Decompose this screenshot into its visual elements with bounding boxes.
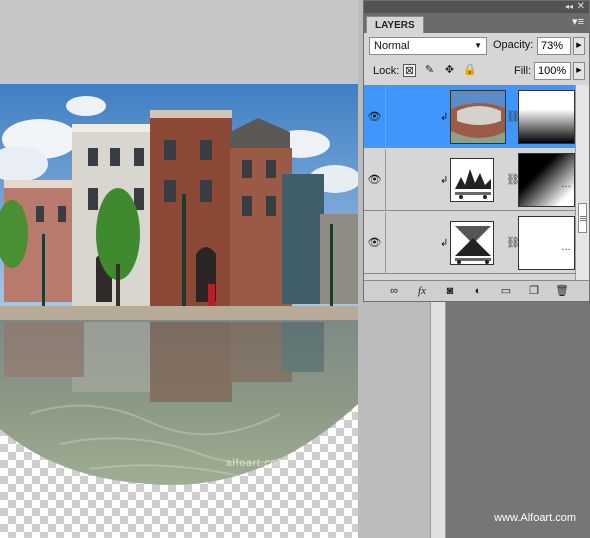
layer-mask-gradient[interactable] [518, 90, 575, 144]
new-layer-icon[interactable]: ❐ [526, 284, 542, 298]
clipping-arrow-icon: ↲ [440, 112, 449, 123]
lock-position-move-icon[interactable]: ✥ [443, 64, 456, 77]
photo-thumbnail-icon [451, 91, 505, 143]
collapse-icon[interactable]: ◂◂ [565, 1, 573, 13]
panel-tab-bar: LAYERS ▾≡ [364, 13, 589, 33]
eye-visibility-icon[interactable]: 👁 [364, 149, 386, 211]
group-folder-icon[interactable]: ▭ [498, 284, 514, 298]
blend-opacity-row: Normal ▼ Opacity: 73% ▶ [369, 37, 585, 55]
chevron-down-icon: ▼ [474, 41, 482, 50]
layer-thumbnail-levels[interactable] [450, 221, 494, 265]
document-canvas[interactable]: alfoart.com [0, 84, 358, 538]
fill-slider-button[interactable]: ▶ [573, 62, 585, 80]
lock-transparent-pixels-icon[interactable]: ⊠ [403, 64, 416, 77]
photoshop-workspace: alfoart.com www.Alfoart.com ◂◂ ✕ LAYERS … [0, 0, 590, 538]
link-layers-icon[interactable]: ∞ [386, 284, 402, 298]
layer-row-image[interactable]: 👁 ↲ ⛓ [364, 86, 575, 148]
close-icon[interactable]: ✕ [577, 1, 585, 13]
lock-fill-row: Lock: ⊠ ✎ ✥ 🔒 Fill: 100% ▶ [369, 62, 585, 80]
scroll-thumb[interactable] [578, 203, 587, 233]
lock-label: Lock: [373, 65, 400, 77]
blend-mode-select[interactable]: Normal ▼ [369, 37, 487, 55]
layers-panel: ◂◂ ✕ LAYERS ▾≡ Normal ▼ Opacity: 73% ▶ L… [363, 0, 590, 302]
opacity-label: Opacity: [493, 39, 534, 51]
blend-mode-value: Normal [374, 40, 410, 52]
layer-row-curves[interactable]: 👁 ↲ ⛓ … [364, 149, 575, 211]
more-indicator: … [561, 242, 571, 253]
panel-title-bar[interactable]: ◂◂ ✕ [364, 1, 589, 13]
panel-menu-icon[interactable]: ▾≡ [572, 15, 584, 28]
levels-icon [455, 226, 491, 264]
layers-list: 👁 ↲ ⛓ 👁 ↲ ⛓ … 👁 ↲ ⛓ … [364, 85, 575, 280]
more-indicator: … [561, 179, 571, 190]
clipping-arrow-icon: ↲ [440, 175, 449, 186]
lock-image-pixels-brush-icon[interactable]: ✎ [423, 64, 436, 77]
adjustment-layer-icon[interactable]: ◐ [470, 284, 486, 298]
add-mask-icon[interactable]: ◙ [442, 284, 458, 298]
trash-icon[interactable]: 🗑 [554, 284, 570, 298]
opacity-input[interactable]: 73% [537, 37, 571, 55]
layer-row-levels[interactable]: 👁 ↲ ⛓ … [364, 212, 575, 274]
clipping-arrow-icon: ↲ [440, 238, 449, 249]
desktop-dark-area [446, 284, 590, 538]
layer-thumbnail-curves[interactable] [450, 158, 494, 202]
tab-layers[interactable]: LAYERS [366, 16, 424, 33]
layer-thumbnail-photo[interactable] [450, 90, 506, 144]
curves-histogram-icon [455, 169, 491, 199]
lock-all-icon[interactable]: 🔒 [463, 64, 477, 77]
panel-divider [430, 284, 446, 538]
layers-footer-toolbar: ∞ fx ◙ ◐ ▭ ❐ 🗑 [364, 280, 589, 301]
fill-label: Fill: [514, 65, 532, 77]
opacity-slider-button[interactable]: ▶ [573, 37, 585, 55]
eye-visibility-icon[interactable]: 👁 [364, 86, 386, 148]
fill-input[interactable]: 100% [534, 62, 571, 80]
layers-scrollbar[interactable] [575, 85, 589, 280]
eye-visibility-icon[interactable]: 👁 [364, 212, 386, 274]
site-credit: www.Alfoart.com [494, 512, 576, 524]
image-watermark: alfoart.com [226, 458, 287, 469]
fx-icon[interactable]: fx [414, 284, 430, 298]
street-scene-image [0, 84, 358, 485]
